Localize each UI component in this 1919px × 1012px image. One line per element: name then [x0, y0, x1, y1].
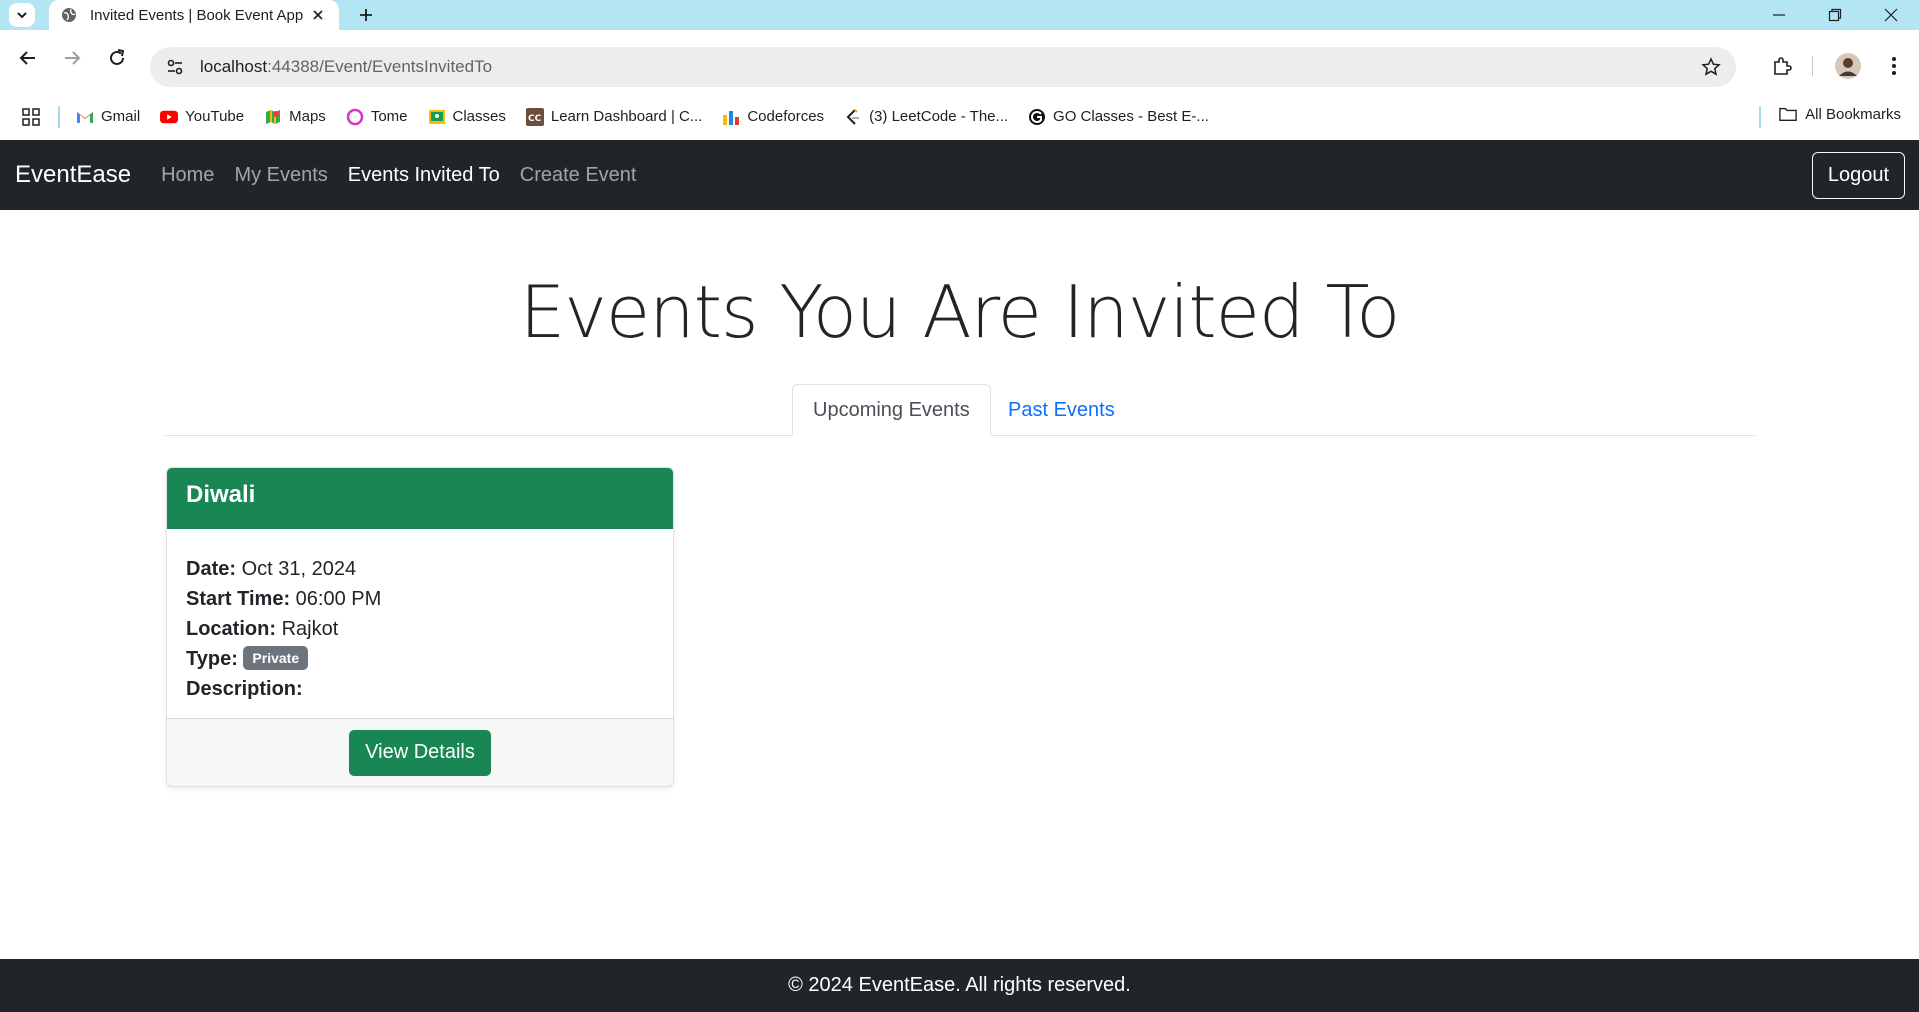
svg-text:CC: CC — [528, 114, 542, 124]
close-tab-icon[interactable] — [309, 6, 327, 24]
tab-search-button[interactable] — [9, 3, 35, 27]
event-location: Location: Rajkot — [186, 618, 339, 640]
reload-icon[interactable] — [101, 42, 133, 74]
bookmark-star-icon[interactable] — [1700, 56, 1722, 78]
type-badge: Private — [243, 646, 309, 670]
browser-tabstrip: Invited Events | Book Event App — [0, 0, 1919, 30]
all-bookmarks-button[interactable]: All Bookmarks — [1779, 105, 1901, 123]
back-arrow-icon[interactable] — [12, 42, 44, 74]
folder-icon — [1779, 105, 1797, 123]
bookmark-codeforces[interactable]: Codeforces — [722, 108, 824, 126]
app-navbar: EventEase Home My Events Events Invited … — [0, 140, 1919, 210]
page-footer: © 2024 EventEase. All rights reserved. — [0, 959, 1919, 1012]
bookmark-maps[interactable]: Maps — [264, 108, 326, 126]
event-date: Date: Oct 31, 2024 — [186, 558, 357, 580]
bookmark-classes[interactable]: Classes — [428, 108, 506, 126]
site-info-icon[interactable] — [164, 56, 186, 78]
new-tab-plus-icon[interactable] — [355, 4, 377, 26]
bookmark-leetcode[interactable]: (3) LeetCode - The... — [844, 108, 1008, 126]
restore-icon[interactable] — [1807, 0, 1863, 30]
tab-upcoming-events[interactable]: Upcoming Events — [792, 384, 991, 436]
brand-link[interactable]: EventEase — [15, 161, 131, 189]
url-text: localhost:44388/Event/EventsInvitedTo — [200, 57, 493, 76]
learn-dashboard-icon: CC — [525, 107, 544, 126]
bookmark-learn-dashboard[interactable]: CC Learn Dashboard | C... — [525, 107, 702, 126]
bookmark-gmail[interactable]: Gmail — [76, 108, 140, 126]
browser-toolbar: localhost:44388/Event/EventsInvitedTo Gm… — [0, 30, 1919, 128]
tab-past-events[interactable]: Past Events — [988, 384, 1135, 436]
view-details-button[interactable]: View Details — [349, 729, 491, 776]
browser-tab[interactable]: Invited Events | Book Event App — [49, 0, 339, 30]
event-start-time: Start Time: 06:00 PM — [186, 588, 382, 610]
tome-icon — [346, 108, 364, 126]
maps-icon — [264, 108, 282, 126]
apps-grid-icon[interactable] — [20, 106, 42, 128]
bookmarks-bar: Gmail YouTube Maps Tome Classes CC Learn… — [0, 97, 1919, 136]
gmail-icon — [76, 108, 94, 126]
nav-link-create-event[interactable]: Create Event — [520, 164, 637, 187]
more-vertical-icon[interactable] — [1878, 50, 1910, 82]
minimize-icon[interactable] — [1751, 0, 1807, 30]
codeforces-icon — [722, 108, 740, 126]
page-title: Events You Are Invited To — [519, 270, 1401, 354]
event-card-footer: View Details — [167, 718, 673, 786]
tab-title: Invited Events | Book Event App — [90, 6, 304, 24]
event-name: Diwali — [167, 468, 673, 529]
event-card: Diwali Date: Oct 31, 2024 Start Time: 06… — [166, 467, 674, 787]
chevron-down-icon — [17, 12, 27, 19]
bookmark-tome[interactable]: Tome — [346, 108, 408, 126]
profile-avatar[interactable] — [1832, 50, 1864, 82]
nav-link-my-events[interactable]: My Events — [234, 164, 327, 187]
forward-arrow-icon[interactable] — [56, 42, 88, 74]
event-tabs: Upcoming Events Past Events — [165, 384, 1755, 436]
event-description: Description: — [186, 678, 303, 700]
logout-button[interactable]: Logout — [1811, 152, 1905, 199]
nav-link-home[interactable]: Home — [161, 164, 214, 187]
goclasses-icon — [1028, 108, 1046, 126]
bookmark-youtube[interactable]: YouTube — [160, 108, 244, 126]
address-bar[interactable]: localhost:44388/Event/EventsInvitedTo — [150, 47, 1736, 87]
classes-icon — [428, 108, 446, 126]
nav-link-events-invited-to[interactable]: Events Invited To — [348, 164, 500, 187]
event-type: Type: Private — [186, 644, 654, 674]
close-window-icon[interactable] — [1863, 0, 1919, 30]
extensions-puzzle-icon[interactable] — [1766, 50, 1798, 82]
event-details: Date: Oct 31, 2024 Start Time: 06:00 PM … — [167, 529, 673, 704]
youtube-icon — [160, 108, 179, 126]
leetcode-icon — [844, 108, 862, 126]
globe-icon — [61, 7, 77, 23]
bookmark-goclasses[interactable]: GO Classes - Best E-... — [1028, 108, 1209, 126]
